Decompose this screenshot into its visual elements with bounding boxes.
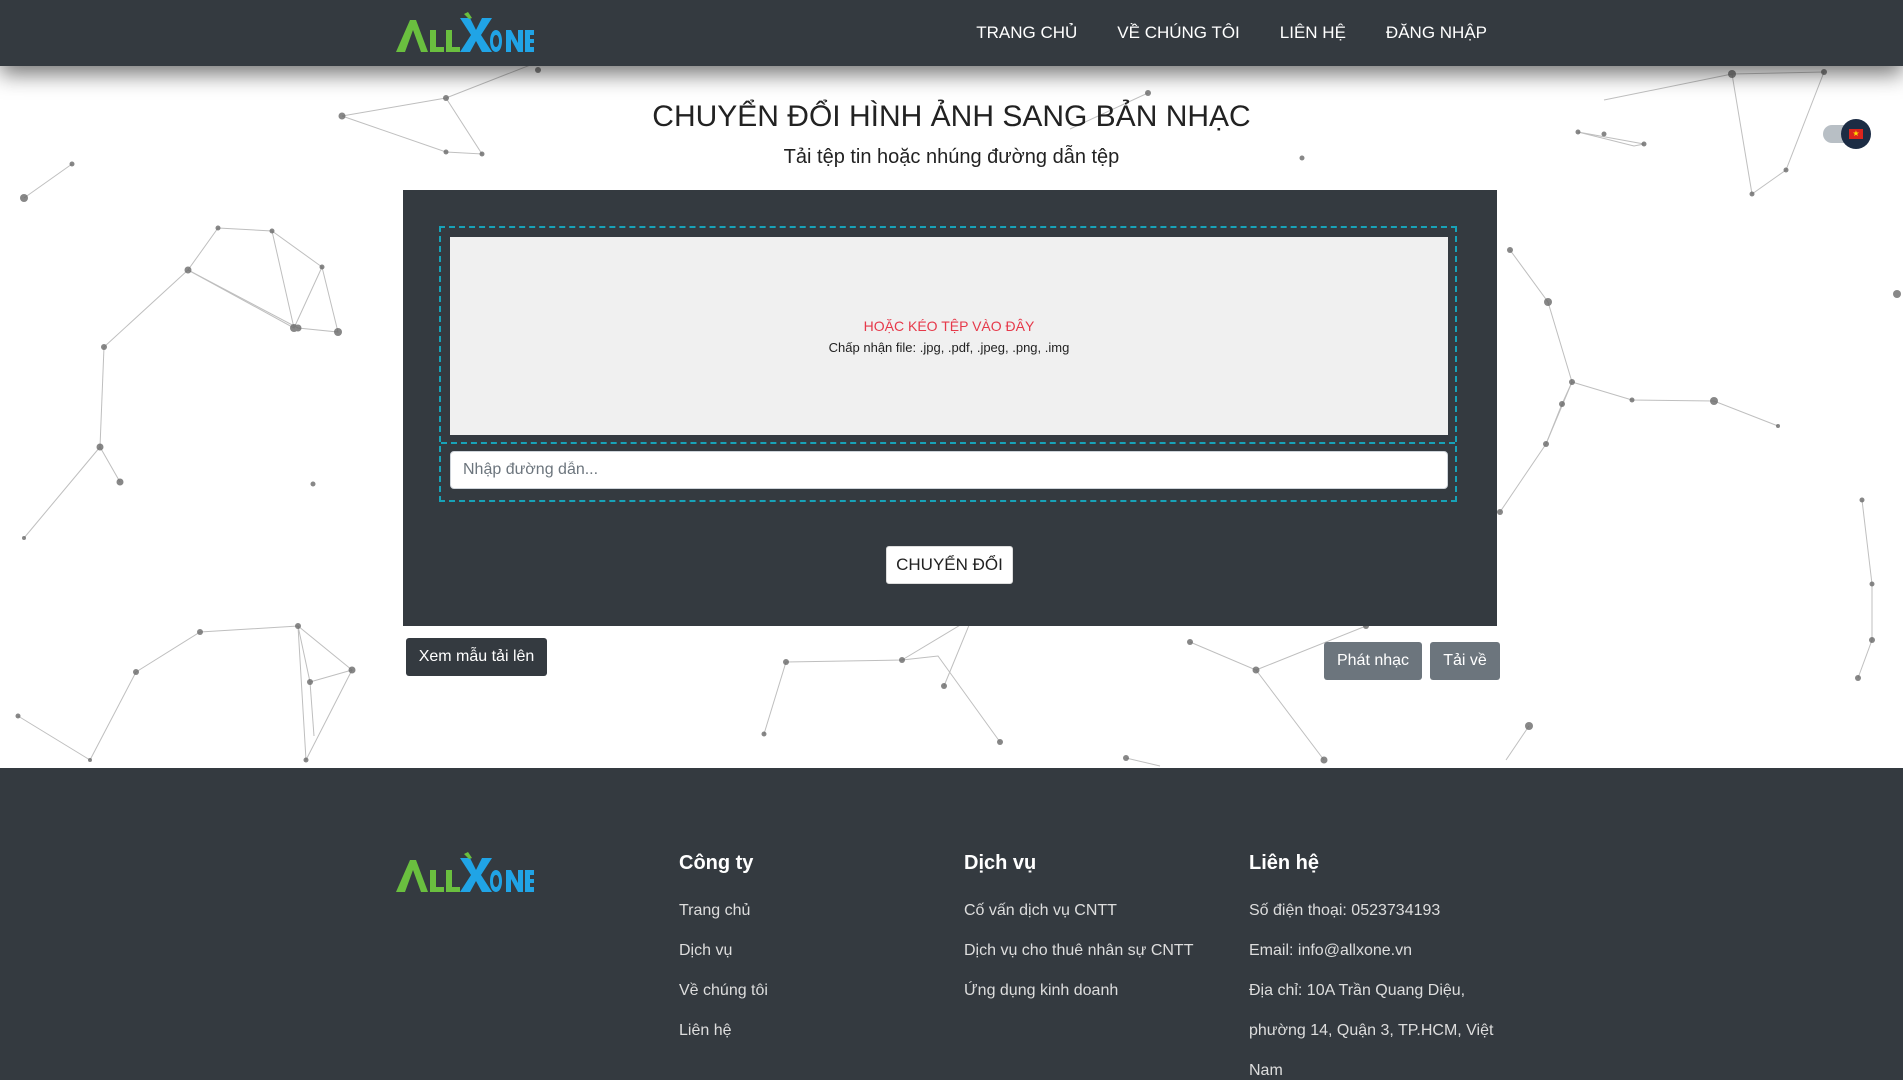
toggle-knob: ★ [1841,119,1871,149]
footer-address-line1: Địa chỉ: 10A Trần Quang Diệu, [1249,982,1466,999]
file-drop-area[interactable]: HOẶC KÉO TỆP VÀO ĐÂY Chấp nhận file: .jp… [450,237,1448,435]
allxone-logo-icon [396,12,534,52]
drop-label: HOẶC KÉO TỆP VÀO ĐÂY [863,317,1035,334]
footer-link-business-apps[interactable]: Ứng dụng kinh doanh [964,971,1193,1011]
footer-address-line2: phường 14, Quận 3, TP.HCM, Việt [1249,1022,1494,1039]
footer-link-it-consulting[interactable]: Cố vấn dịch vụ CNTT [964,891,1193,931]
download-button[interactable]: Tải về [1430,642,1500,680]
page-subtitle: Tải tệp tin hoặc nhúng đường dẫn tệp [783,146,1120,168]
footer-contact-heading: Liên hệ [1249,852,1320,874]
footer-link-it-staffing[interactable]: Dịch vụ cho thuê nhân sự CNTT [964,931,1193,971]
dashed-divider [441,442,1455,444]
view-sample-button[interactable]: Xem mẫu tải lên [406,638,547,676]
footer-address-line3: Nam [1249,1062,1283,1079]
nav-about[interactable]: VỀ CHÚNG TÔI [1117,23,1239,43]
footer-services-column: Dịch vụ Cố vấn dịch vụ CNTT Dịch vụ cho … [964,852,1193,1011]
converter-panel: HOẶC KÉO TỆP VÀO ĐÂY Chấp nhận file: .jp… [403,190,1497,626]
vietnam-flag-icon: ★ [1849,129,1863,139]
footer-company-heading: Công ty [679,852,754,874]
url-input[interactable] [450,451,1448,489]
footer-phone: Số điện thoại: 0523734193 [1249,902,1441,919]
footer-logo[interactable] [394,850,534,896]
footer-contact-column: Liên hệ Số điện thoại: 0523734193 Email:… [1249,852,1509,1091]
nav-login[interactable]: ĐĂNG NHẬP [1386,23,1487,43]
footer-link-services[interactable]: Dịch vụ [679,931,768,971]
language-toggle[interactable]: ★ [1823,118,1873,149]
nav-home[interactable]: TRANG CHỦ [976,23,1077,43]
nav-contact[interactable]: LIÊN HỆ [1280,23,1346,43]
hero-section: CHUYỂN ĐỔI HÌNH ẢNH SANG BẢN NHẠC Tải tệ… [0,66,1903,768]
footer-link-contact[interactable]: Liên hệ [679,1011,768,1051]
convert-button[interactable]: CHUYỂN ĐỔI [886,546,1013,584]
accepted-formats-label: Chấp nhận file: .jpg, .pdf, .jpeg, .png,… [828,339,1070,355]
upload-zone: HOẶC KÉO TỆP VÀO ĐÂY Chấp nhận file: .jp… [439,226,1457,502]
footer-services-heading: Dịch vụ [964,852,1037,874]
footer-company-column: Công ty Trang chủ Dịch vụ Về chúng tôi L… [679,852,768,1051]
play-music-button[interactable]: Phát nhạc [1324,642,1422,680]
page-title: CHUYỂN ĐỔI HÌNH ẢNH SANG BẢN NHẠC [652,100,1251,133]
footer-link-home[interactable]: Trang chủ [679,891,768,931]
footer: Công ty Trang chủ Dịch vụ Về chúng tôi L… [0,768,1903,1080]
footer-email: Email: info@allxone.vn [1249,942,1412,959]
header-logo[interactable] [394,10,534,56]
main-nav: TRANG CHỦ VỀ CHÚNG TÔI LIÊN HỆ ĐĂNG NHẬP [936,0,1487,66]
top-navbar: TRANG CHỦ VỀ CHÚNG TÔI LIÊN HỆ ĐĂNG NHẬP [0,0,1903,66]
footer-link-about[interactable]: Về chúng tôi [679,971,768,1011]
allxone-logo-icon [396,852,534,892]
